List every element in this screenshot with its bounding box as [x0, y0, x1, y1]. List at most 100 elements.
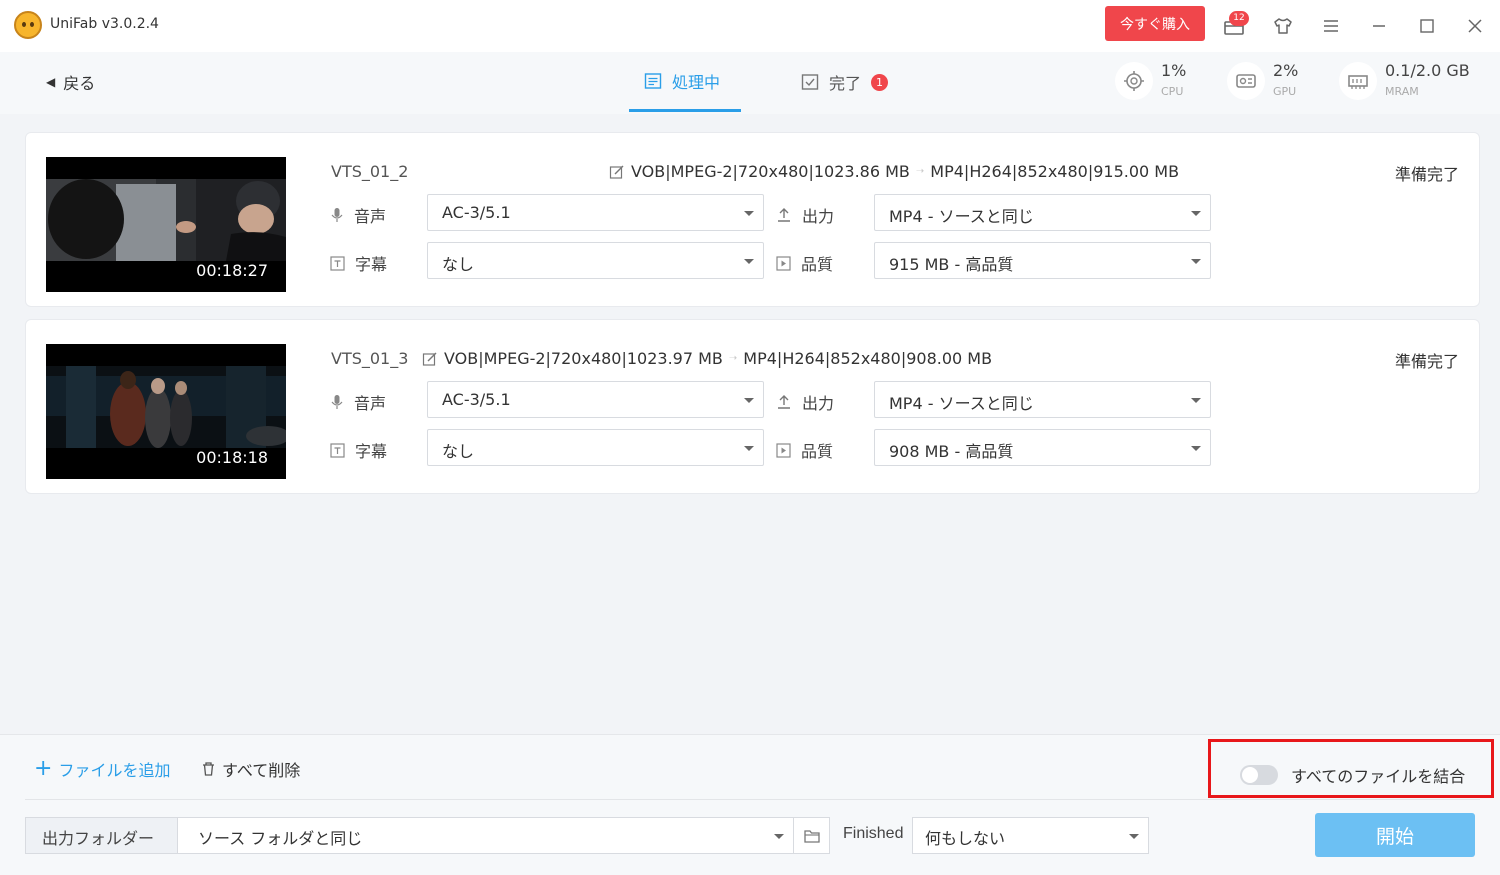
task-card: 00:18:27 VTS_01_2 VOB|MPEG-2|720x480|102…	[25, 132, 1480, 307]
source-format: VOB|MPEG-2|720x480|1023.86 MB	[631, 162, 910, 181]
output-format-select[interactable]: MP4 - ソースと同じ	[874, 194, 1211, 231]
buy-now-button[interactable]: 今すぐ購入	[1105, 6, 1205, 41]
list-icon	[644, 72, 662, 89]
start-button[interactable]: 開始	[1315, 813, 1475, 857]
chevron-down-icon	[774, 834, 784, 839]
upload-icon	[778, 208, 790, 222]
app-title: UniFab v3.0.2.4	[50, 16, 159, 32]
cpu-icon	[1115, 62, 1153, 100]
subtitle-select[interactable]: なし	[427, 242, 764, 279]
output-folder-label: 出力フォルダー	[25, 817, 178, 854]
chevron-down-icon	[744, 446, 754, 451]
gpu-value: 2%	[1273, 61, 1299, 80]
task-status: 準備完了	[1394, 352, 1459, 371]
quality-value: 915 MB - 高品質	[889, 255, 1014, 274]
quality-icon	[776, 442, 791, 458]
audio-label: 音声	[330, 390, 386, 414]
task-status: 準備完了	[1394, 165, 1459, 184]
shirt-icon[interactable]	[1271, 12, 1295, 38]
chevron-down-icon	[744, 259, 754, 264]
chevron-down-icon	[1191, 259, 1201, 264]
task-format-info: VOB|MPEG-2|720x480|1023.86 MB ➝ MP4|H264…	[609, 162, 1179, 181]
source-format: VOB|MPEG-2|720x480|1023.97 MB	[444, 349, 723, 368]
delete-all-button[interactable]: すべて削除	[201, 757, 300, 781]
tab-completed-label: 完了	[829, 74, 862, 93]
video-duration: 00:18:18	[196, 448, 268, 467]
task-list: 00:18:27 VTS_01_2 VOB|MPEG-2|720x480|102…	[0, 114, 1500, 734]
output-label: 出力	[776, 203, 834, 227]
audio-value: AC-3/5.1	[442, 390, 511, 409]
task-title: VTS_01_3	[331, 349, 409, 368]
output-folder-value: ソース フォルダと同じ	[198, 829, 363, 848]
edit-icon[interactable]	[422, 351, 438, 367]
task-title: VTS_01_2	[331, 162, 409, 181]
output-format-value: MP4 - ソースと同じ	[889, 394, 1034, 413]
chevron-down-icon	[1191, 446, 1201, 451]
quality-label: 品質	[776, 251, 833, 275]
quality-select[interactable]: 908 MB - 高品質	[874, 429, 1211, 466]
bottom-bar: + ファイルを追加 すべて削除 すべてのファイルを結合 出力フォルダー ソース …	[0, 734, 1500, 875]
chevron-down-icon	[1129, 834, 1139, 839]
quality-select[interactable]: 915 MB - 高品質	[874, 242, 1211, 279]
cpu-label: CPU	[1161, 85, 1184, 98]
delete-all-label: すべて削除	[222, 761, 301, 780]
maximize-icon[interactable]	[1415, 12, 1439, 38]
thumbnail-scene	[46, 366, 286, 448]
output-format-select[interactable]: MP4 - ソースと同じ	[874, 381, 1211, 418]
title-bar: UniFab v3.0.2.4 今すぐ購入 12	[0, 0, 1500, 52]
app-logo-icon	[14, 11, 42, 39]
merge-highlight: すべてのファイルを結合	[1208, 739, 1494, 798]
video-thumbnail[interactable]: 00:18:27	[46, 157, 286, 292]
chevron-down-icon	[744, 398, 754, 403]
subtitle-label: 字幕	[330, 438, 387, 462]
task-card: 00:18:18 VTS_01_3 VOB|MPEG-2|720x480|102…	[25, 319, 1480, 494]
completed-count-badge: 1	[871, 73, 889, 91]
finished-action-select[interactable]: 何もしない	[912, 817, 1149, 854]
chevron-down-icon	[1191, 211, 1201, 216]
back-button[interactable]: ◀ 戻る	[46, 70, 95, 94]
add-file-button[interactable]: + ファイルを追加	[34, 757, 170, 781]
plus-icon: +	[34, 756, 53, 781]
subtitle-value: なし	[442, 442, 475, 461]
arrow-right-icon: ➝	[728, 353, 738, 364]
output-folder-select[interactable]: ソース フォルダと同じ	[177, 817, 794, 854]
microphone-icon	[331, 208, 343, 222]
microphone-icon	[331, 395, 343, 409]
chevron-down-icon	[744, 211, 754, 216]
thumbnail-scene	[46, 179, 286, 261]
task-format-info: VOB|MPEG-2|720x480|1023.97 MB ➝ MP4|H264…	[422, 349, 992, 368]
merge-toggle[interactable]	[1240, 765, 1278, 785]
upload-icon	[778, 395, 790, 409]
merge-label: すべてのファイルを結合	[1291, 767, 1466, 786]
menu-icon[interactable]	[1319, 12, 1343, 38]
finished-label: Finished	[843, 825, 904, 842]
video-thumbnail[interactable]: 00:18:18	[46, 344, 286, 479]
add-file-label: ファイルを追加	[58, 761, 171, 780]
edit-icon[interactable]	[609, 164, 625, 180]
minimize-icon[interactable]	[1367, 12, 1391, 38]
quality-label: 品質	[776, 438, 833, 462]
trash-icon	[203, 762, 214, 776]
vram-stat: 0.1/2.0 GB MRAM	[1339, 56, 1470, 100]
output-label: 出力	[776, 390, 834, 414]
memory-icon	[1339, 62, 1377, 100]
quality-value: 908 MB - 高品質	[889, 442, 1014, 461]
subtitle-select[interactable]: なし	[427, 429, 764, 466]
finished-action-value: 何もしない	[925, 829, 1006, 848]
audio-select[interactable]: AC-3/5.1	[427, 194, 764, 231]
browse-folder-button[interactable]	[793, 817, 830, 854]
chevron-left-icon: ◀	[46, 75, 56, 89]
cpu-value: 1%	[1161, 61, 1187, 80]
target-format: MP4|H264|852x480|915.00 MB	[930, 162, 1180, 181]
mail-badge: 12	[1229, 11, 1249, 26]
tab-completed[interactable]: 完了 1	[801, 52, 889, 112]
video-duration: 00:18:27	[196, 261, 268, 280]
audio-label: 音声	[330, 203, 386, 227]
close-icon[interactable]	[1463, 12, 1487, 38]
tab-processing[interactable]: 処理中	[629, 52, 741, 112]
subtitle-label: 字幕	[330, 251, 387, 275]
divider	[25, 799, 1480, 800]
tab-processing-label: 処理中	[672, 72, 721, 92]
subtitle-icon	[330, 442, 345, 458]
audio-select[interactable]: AC-3/5.1	[427, 381, 764, 418]
